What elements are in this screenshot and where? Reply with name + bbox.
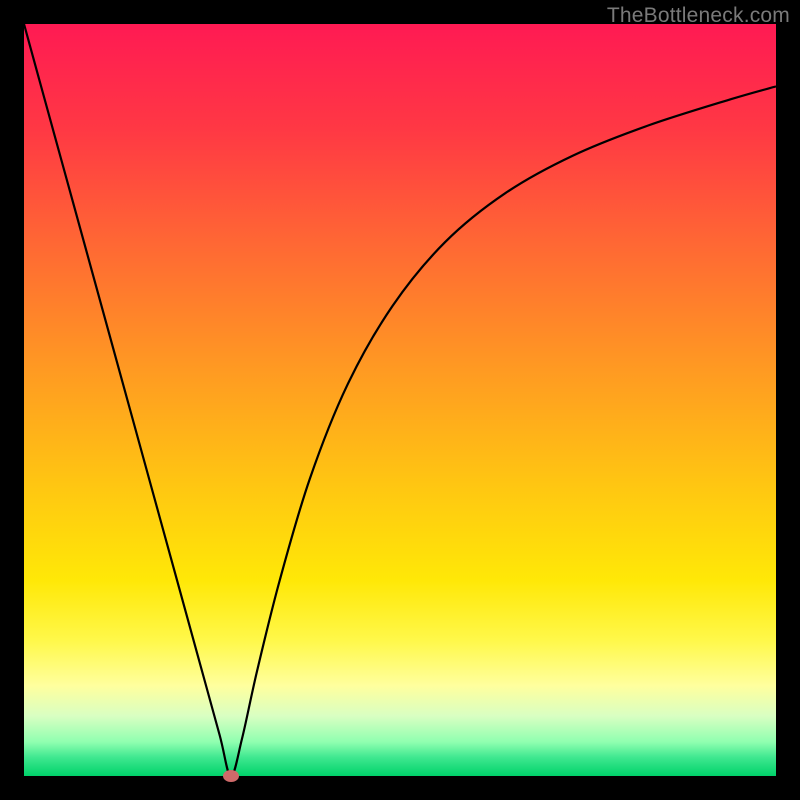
- minimum-marker: [223, 770, 239, 782]
- watermark-label: TheBottleneck.com: [607, 4, 790, 28]
- bottleneck-chart: [24, 24, 776, 776]
- chart-frame: [24, 24, 776, 776]
- gradient-background: [24, 24, 776, 776]
